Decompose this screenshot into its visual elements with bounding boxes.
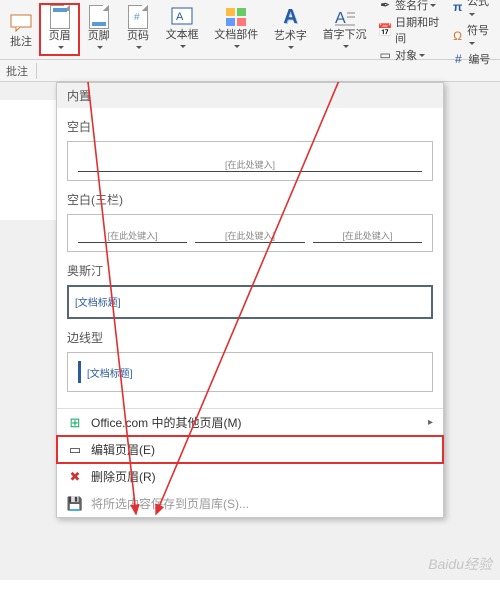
symbols-group: π公式 Ω符号 #编号	[447, 4, 498, 55]
pageno-icon: #	[126, 5, 150, 29]
header-icon	[48, 5, 72, 29]
gallery-item-blank[interactable]: [在此处键入]	[67, 141, 433, 181]
save-header-item[interactable]: 💾 将所选内容保存到页眉库(S)...	[57, 490, 443, 517]
gallery-item-sideline[interactable]: [文档标题]	[67, 352, 433, 392]
gallery-item-blank3[interactable]: [在此处键入] [在此处键入] [在此处键入]	[67, 214, 433, 252]
document-page-edge	[0, 100, 58, 220]
header-button[interactable]: 页眉	[40, 4, 79, 55]
svg-text:A: A	[335, 10, 346, 27]
gallery-title-blank3: 空白(三栏)	[67, 191, 433, 208]
dropdown-gallery: 空白 [在此处键入] 空白(三栏) [在此处键入] [在此处键入] [在此处键入…	[57, 108, 443, 408]
header-dropdown: 内置 空白 [在此处键入] 空白(三栏) [在此处键入] [在此处键入] [在此…	[56, 82, 444, 518]
remove-header-item[interactable]: ✖ 删除页眉(R)	[57, 463, 443, 490]
comment-group-label: 批注	[6, 63, 28, 79]
omega-icon: Ω	[451, 29, 464, 43]
dropcap-button[interactable]: A 首字下沉	[315, 4, 374, 55]
edit-header-item[interactable]: ▭ 编辑页眉(E)	[57, 436, 443, 463]
dropdown-footer: ⊞ Office.com 中的其他页眉(M) ▭ 编辑页眉(E) ✖ 删除页眉(…	[57, 408, 443, 517]
ribbon: 批注 页眉 页脚 # 页码 A 文本框 文档部件 A 艺术字 A 首字下沉 ✒签…	[0, 0, 500, 60]
number-button[interactable]: #编号	[451, 51, 494, 67]
docparts-icon	[224, 6, 248, 28]
pi-icon: π	[451, 0, 464, 14]
office-icon: ⊞	[67, 415, 83, 431]
signature-icon: ✒	[378, 0, 392, 12]
edit-icon: ▭	[67, 442, 83, 458]
svg-text:A: A	[176, 11, 184, 23]
separator	[36, 63, 37, 79]
footer-icon	[87, 5, 111, 29]
wordart-button[interactable]: A 艺术字	[266, 4, 315, 55]
datetime-icon: 📅	[378, 23, 392, 37]
docparts-button[interactable]: 文档部件	[207, 4, 266, 55]
signature-button[interactable]: ✒签名行	[378, 0, 443, 13]
symbol-button[interactable]: Ω符号	[451, 22, 494, 50]
datetime-button[interactable]: 📅日期和时间	[378, 14, 443, 46]
watermark: Baidu经验	[428, 554, 492, 574]
gallery-item-austin[interactable]: [文档标题]	[67, 285, 433, 319]
more-headers-item[interactable]: ⊞ Office.com 中的其他页眉(M)	[57, 409, 443, 436]
comment-icon	[9, 11, 33, 35]
footer-button[interactable]: 页脚	[79, 4, 118, 55]
textbox-button[interactable]: A 文本框	[158, 4, 207, 55]
gallery-title-sideline: 边线型	[67, 329, 433, 346]
document-area: 内置 空白 [在此处键入] 空白(三栏) [在此处键入] [在此处键入] [在此…	[0, 82, 500, 580]
pageno-button[interactable]: # 页码	[118, 4, 157, 55]
dropdown-section-builtin: 内置	[57, 83, 443, 108]
equation-button[interactable]: π公式	[451, 0, 494, 21]
remove-icon: ✖	[67, 469, 83, 485]
dropcap-icon: A	[333, 6, 357, 28]
object-icon: ▭	[378, 48, 392, 62]
insert-extras: ✒签名行 📅日期和时间 ▭对象	[374, 4, 447, 55]
gallery-title-austin: 奥斯汀	[67, 262, 433, 279]
number-icon: #	[451, 52, 465, 66]
textbox-icon: A	[170, 6, 194, 28]
wordart-icon: A	[278, 6, 302, 29]
gallery-title-blank: 空白	[67, 118, 433, 135]
comment-button[interactable]: 批注	[2, 4, 40, 55]
object-button[interactable]: ▭对象	[378, 47, 443, 63]
ribbon-row2: 批注	[0, 60, 500, 82]
save-icon: 💾	[67, 496, 83, 512]
